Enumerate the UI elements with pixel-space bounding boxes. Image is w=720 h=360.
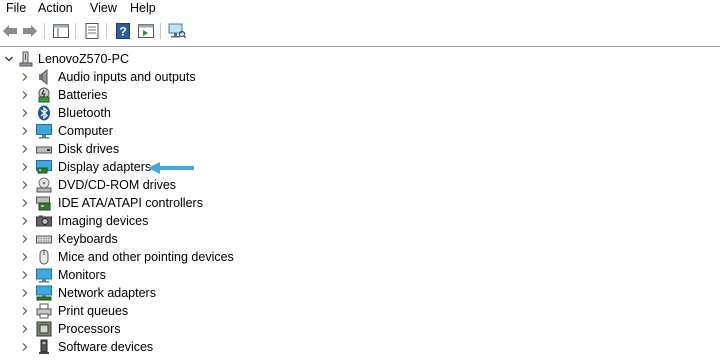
properties-icon[interactable] — [82, 21, 102, 41]
tree-root[interactable]: LenovoZ570-PC — [0, 50, 720, 68]
tree-item-batteries[interactable]: Batteries — [0, 86, 720, 104]
disk-drive-icon — [36, 141, 52, 157]
tree-item-computer[interactable]: Computer — [0, 122, 720, 140]
tree-item-bluetooth[interactable]: Bluetooth — [0, 104, 720, 122]
ide-controller-icon — [36, 195, 52, 211]
tree-item-disk-drives[interactable]: Disk drives — [0, 140, 720, 158]
menu-file[interactable]: File — [4, 0, 28, 18]
keyboard-icon — [36, 231, 52, 247]
tree-item-print-queues[interactable]: Print queues — [0, 302, 720, 320]
menu-action[interactable]: Action — [36, 0, 75, 18]
chevron-right-icon[interactable] — [20, 198, 30, 208]
annotation-arrow-icon — [148, 162, 194, 174]
tree-item-mice[interactable]: Mice and other pointing devices — [0, 248, 720, 266]
processor-icon — [36, 321, 52, 337]
tree-item-label: IDE ATA/ATAPI controllers — [58, 196, 203, 210]
chevron-down-icon[interactable] — [4, 54, 14, 64]
chevron-right-icon[interactable] — [20, 270, 30, 280]
tree-item-monitors[interactable]: Monitors — [0, 266, 720, 284]
chevron-right-icon[interactable] — [20, 324, 30, 334]
tree-item-network[interactable]: Network adapters — [0, 284, 720, 302]
tree-item-ide[interactable]: IDE ATA/ATAPI controllers — [0, 194, 720, 212]
chevron-right-icon[interactable] — [20, 216, 30, 226]
tree-item-label: Keyboards — [58, 232, 118, 246]
chevron-right-icon[interactable] — [20, 288, 30, 298]
chevron-right-icon[interactable] — [20, 90, 30, 100]
mouse-icon — [36, 249, 52, 265]
tree-item-label: Batteries — [58, 88, 108, 102]
back-icon[interactable] — [0, 21, 20, 41]
toolbar: ? — [0, 18, 720, 46]
chevron-right-icon[interactable] — [20, 342, 30, 352]
chevron-right-icon[interactable] — [20, 306, 30, 316]
menu-bar: File Action View Help — [0, 0, 720, 18]
scan-hardware-icon[interactable] — [167, 21, 187, 41]
tree-item-label: Bluetooth — [58, 106, 111, 120]
chevron-right-icon[interactable] — [20, 252, 30, 262]
tree-item-keyboards[interactable]: Keyboards — [0, 230, 720, 248]
tree-item-label: Network adapters — [58, 286, 156, 300]
tree-item-label: Imaging devices — [58, 214, 149, 228]
chevron-right-icon[interactable] — [20, 144, 30, 154]
forward-icon[interactable] — [20, 21, 40, 41]
toolbar-separator — [44, 23, 45, 39]
tree-item-imaging[interactable]: Imaging devices — [0, 212, 720, 230]
tree-item-label: Audio inputs and outputs — [58, 70, 196, 84]
chevron-right-icon[interactable] — [20, 126, 30, 136]
computer-tree-icon — [18, 51, 34, 67]
battery-icon — [36, 87, 52, 103]
display-adapter-icon — [36, 159, 52, 175]
tree-item-display-adapters[interactable]: Display adapters — [0, 158, 720, 176]
tree-item-audio[interactable]: Audio inputs and outputs — [0, 68, 720, 86]
tree-item-label: Computer — [58, 124, 113, 138]
monitor-icon — [36, 123, 52, 139]
tree-root-label: LenovoZ570-PC — [38, 52, 130, 66]
menu-help[interactable]: Help — [128, 0, 158, 18]
chevron-right-icon[interactable] — [20, 162, 30, 172]
action-pane-icon[interactable] — [136, 21, 156, 41]
menu-view[interactable]: View — [88, 0, 119, 18]
bluetooth-icon — [36, 105, 52, 121]
tree-item-label: Disk drives — [58, 142, 120, 156]
console-tree-icon[interactable] — [51, 21, 71, 41]
device-tree: LenovoZ570-PC Audio inputs and outputs B… — [0, 48, 720, 360]
camera-icon — [36, 213, 52, 229]
tree-item-label: DVD/CD-ROM drives — [58, 178, 177, 192]
svg-text:?: ? — [119, 25, 126, 39]
tree-item-dvd[interactable]: DVD/CD-ROM drives — [0, 176, 720, 194]
software-device-icon — [36, 339, 52, 355]
chevron-right-icon[interactable] — [20, 180, 30, 190]
chevron-right-icon[interactable] — [20, 72, 30, 82]
tree-item-label: Software devices — [58, 340, 154, 354]
chevron-right-icon[interactable] — [20, 108, 30, 118]
tree-item-label: Print queues — [58, 304, 129, 318]
toolbar-separator — [106, 23, 107, 39]
help-icon[interactable]: ? — [113, 21, 133, 41]
chevron-right-icon[interactable] — [20, 234, 30, 244]
monitor-icon — [36, 267, 52, 283]
toolbar-separator — [160, 23, 161, 39]
tree-item-label: Display adapters — [58, 160, 152, 174]
printer-icon — [36, 303, 52, 319]
tree-item-processors[interactable]: Processors — [0, 320, 720, 338]
toolbar-divider — [0, 46, 720, 47]
tree-item-software-devices[interactable]: Software devices — [0, 338, 720, 356]
tree-item-label: Mice and other pointing devices — [58, 250, 234, 264]
dvd-icon — [36, 177, 52, 193]
network-icon — [36, 285, 52, 301]
toolbar-separator — [75, 23, 76, 39]
tree-item-label: Processors — [58, 322, 121, 336]
tree-item-label: Monitors — [58, 268, 106, 282]
speaker-icon — [36, 68, 52, 86]
